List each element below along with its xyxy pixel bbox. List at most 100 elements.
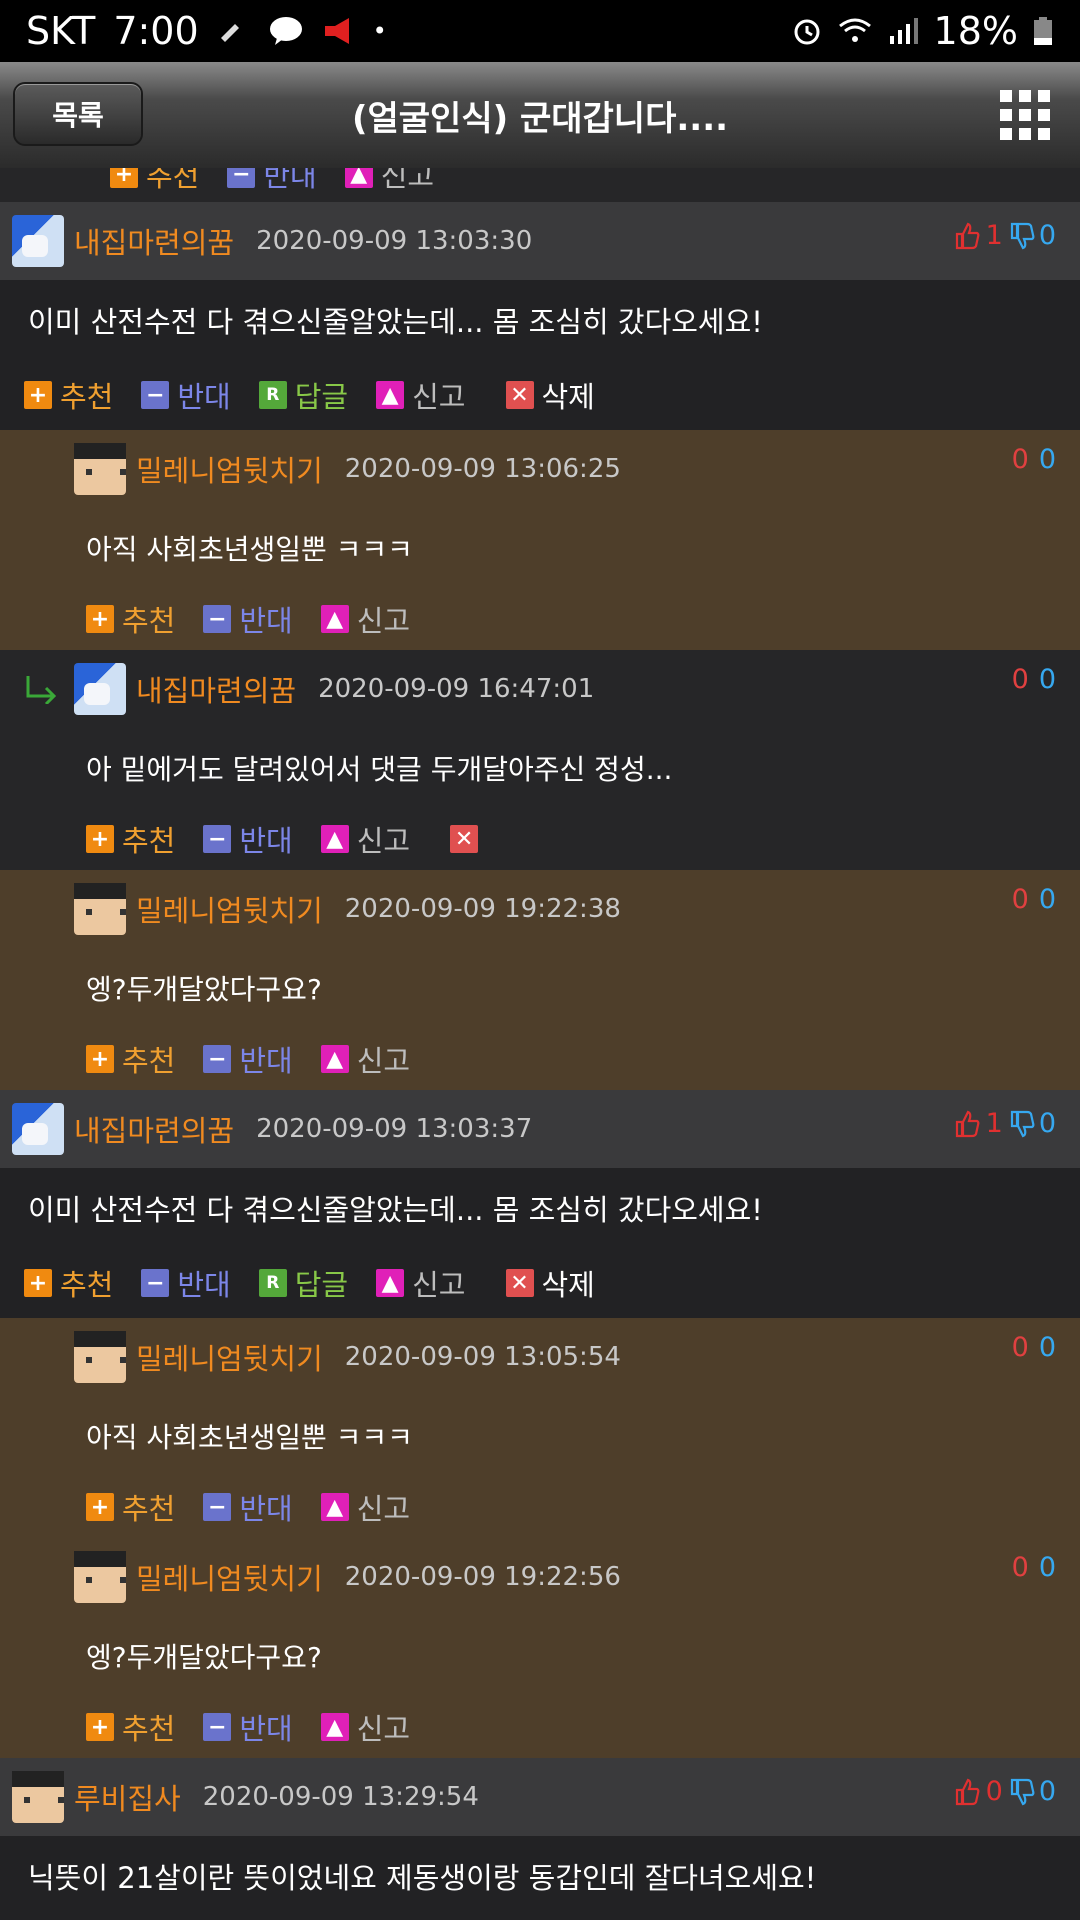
- avatar[interactable]: [74, 443, 126, 495]
- report-button[interactable]: ▲ 신고: [320, 598, 410, 640]
- signal-icon: [889, 18, 918, 44]
- avatar[interactable]: [74, 1331, 126, 1383]
- down-count: 0: [1038, 1776, 1056, 1807]
- reply-icon: R: [258, 381, 287, 409]
- report-button[interactable]: ▲ 신고: [320, 1486, 410, 1528]
- recommend-button[interactable]: + 추천: [86, 598, 175, 640]
- oppose-button[interactable]: − 반대: [203, 1486, 293, 1528]
- reply-item: 내집마련의꿈 2020-09-09 16:47:01 00 아 밑에거도 달려있…: [0, 650, 1080, 870]
- reply-nick[interactable]: 밀레니엄뒷치기: [136, 448, 323, 490]
- thumbs-down-icon[interactable]: [1009, 1778, 1035, 1806]
- avatar[interactable]: [74, 663, 126, 715]
- oppose-button[interactable]: − 반대: [203, 1706, 293, 1748]
- reply-nick[interactable]: 밀레니엄뒷치기: [136, 888, 323, 930]
- oppose-button[interactable]: − 반대: [203, 598, 293, 640]
- reply-actions: + 추천 − 반대 ▲ 신고: [0, 1696, 1080, 1758]
- comment-text: 이미 산전수전 다 겪으신줄알았는데... 몸 조심히 갔다오세요!: [28, 305, 763, 339]
- comment: 내집마련의꿈 2020-09-09 13:03:37 1 0 이미 산전수전 다…: [0, 1090, 1080, 1758]
- siren-icon: ▲: [344, 168, 373, 188]
- oppose-button[interactable]: − 반대: [227, 168, 317, 195]
- reply-actions: + 추천 − 반대 ▲ 신고: [0, 1028, 1080, 1090]
- recommend-button[interactable]: + 추천: [86, 1706, 175, 1748]
- comment: 루비집사 2020-09-09 13:29:54 0 0 닉뜻이 21살이란 뜻…: [0, 1758, 1080, 1920]
- recommend-button[interactable]: + 추천: [86, 1038, 175, 1080]
- reply-nick[interactable]: 밀레니엄뒷치기: [136, 1556, 323, 1598]
- list-button[interactable]: 목록: [13, 82, 143, 146]
- minus-icon: −: [141, 381, 170, 409]
- comment-actions: + 추천 − 반대 R 답글 ▲ 신고 ✕ 삭제: [0, 1248, 1080, 1318]
- reply-actions: + 추천 − 반대 ▲ 신고: [0, 588, 1080, 650]
- siren-icon: ▲: [320, 605, 349, 633]
- thumbs-down-icon[interactable]: [1009, 222, 1035, 250]
- avatar[interactable]: [74, 1551, 126, 1603]
- comment-list: + 추천 − 반대 ▲ 신고 내집마련의꿈 2020-09-09 13:03:30 1…: [0, 168, 1080, 1920]
- reply-date: 2020-09-09 13:06:25: [344, 454, 621, 484]
- comment-nick[interactable]: 내집마련의꿈: [74, 220, 234, 262]
- close-icon: ✕: [505, 381, 534, 409]
- thumbs-up-icon[interactable]: [954, 1778, 980, 1806]
- oppose-button[interactable]: − 반대: [203, 1038, 293, 1080]
- reply-text: 엥?두개달았다구요?: [86, 1641, 322, 1674]
- recommend-button[interactable]: + 추천: [86, 1486, 175, 1528]
- oppose-button[interactable]: − 반대: [141, 374, 231, 416]
- delete-button[interactable]: ✕ 삭제: [505, 1262, 595, 1304]
- siren-icon: ▲: [320, 825, 349, 853]
- avatar[interactable]: [74, 883, 126, 935]
- reply-button[interactable]: R 답글: [258, 374, 348, 416]
- minus-icon: −: [203, 1713, 232, 1741]
- minus-icon: −: [203, 825, 232, 853]
- megaphone-icon: [324, 18, 349, 44]
- vote-counts: 0 0: [954, 1776, 1056, 1807]
- grid-menu-icon[interactable]: [1000, 90, 1050, 140]
- thumbs-up-icon[interactable]: [954, 1110, 980, 1138]
- oppose-button[interactable]: − 반대: [141, 1262, 231, 1304]
- vote-counts: 00: [1011, 664, 1056, 695]
- report-button[interactable]: ▲ 신고: [376, 1262, 466, 1304]
- vote-counts: 00: [1011, 1332, 1056, 1363]
- comment-nick[interactable]: 내집마련의꿈: [74, 1108, 234, 1150]
- comment-nick[interactable]: 루비집사: [74, 1776, 181, 1818]
- delete-button[interactable]: ✕ 삭제: [505, 374, 595, 416]
- reply-icon: R: [258, 1269, 287, 1297]
- avatar[interactable]: [12, 1103, 64, 1155]
- thumbs-down-icon[interactable]: [1009, 1110, 1035, 1138]
- report-button[interactable]: ▲ 신고: [320, 1706, 410, 1748]
- minus-icon: −: [227, 168, 256, 188]
- oppose-button[interactable]: − 반대: [203, 818, 293, 860]
- siren-icon: ▲: [320, 1045, 349, 1073]
- thumbs-up-icon[interactable]: [954, 222, 980, 250]
- delete-button[interactable]: ✕: [450, 825, 486, 853]
- report-button[interactable]: ▲ 신고: [344, 168, 434, 195]
- reply-date: 2020-09-09 19:22:56: [344, 1562, 621, 1592]
- comment-header: 루비집사 2020-09-09 13:29:54 0 0: [0, 1758, 1080, 1836]
- plus-icon: +: [86, 825, 114, 853]
- top-navbar: 목록 (얼굴인식) 군대갑니다....: [0, 62, 1080, 168]
- comment-actions: + 추천 − 반대 R 답글 ▲ 신고 ✕ 삭제: [0, 360, 1080, 430]
- comment-date: 2020-09-09 13:29:54: [202, 1782, 479, 1812]
- partial-action-row: + 추천 − 반대 ▲ 신고: [0, 168, 1080, 202]
- reply-nick[interactable]: 내집마련의꿈: [136, 668, 296, 710]
- report-button[interactable]: ▲ 신고: [320, 1038, 410, 1080]
- recommend-button[interactable]: + 추천: [86, 818, 175, 860]
- reply-date: 2020-09-09 13:05:54: [344, 1342, 621, 1372]
- report-button[interactable]: ▲ 신고: [376, 374, 466, 416]
- plus-icon: +: [24, 381, 52, 409]
- reply-date: 2020-09-09 16:47:01: [318, 674, 595, 704]
- siren-icon: ▲: [376, 1269, 405, 1297]
- avatar[interactable]: [12, 1771, 64, 1823]
- carrier-label: SKT: [26, 9, 96, 53]
- recommend-button[interactable]: + 추천: [24, 374, 113, 416]
- recommend-button[interactable]: + 추천: [24, 1262, 113, 1304]
- report-button[interactable]: ▲ 신고: [320, 818, 410, 860]
- plus-icon: +: [24, 1269, 52, 1297]
- minus-icon: −: [203, 1045, 232, 1073]
- reply-button[interactable]: R 답글: [258, 1262, 348, 1304]
- comment-date: 2020-09-09 13:03:37: [256, 1114, 533, 1144]
- recommend-button[interactable]: + 추천: [110, 168, 199, 195]
- minus-icon: −: [141, 1269, 170, 1297]
- comment-text: 닉뜻이 21살이란 뜻이었네요 제동생이랑 동갑인데 잘다녀오세요!: [28, 1861, 817, 1895]
- reply-nick[interactable]: 밀레니엄뒷치기: [136, 1336, 323, 1378]
- avatar[interactable]: [12, 215, 64, 267]
- down-count: 0: [1038, 1108, 1056, 1139]
- comment-date: 2020-09-09 13:03:30: [256, 226, 533, 256]
